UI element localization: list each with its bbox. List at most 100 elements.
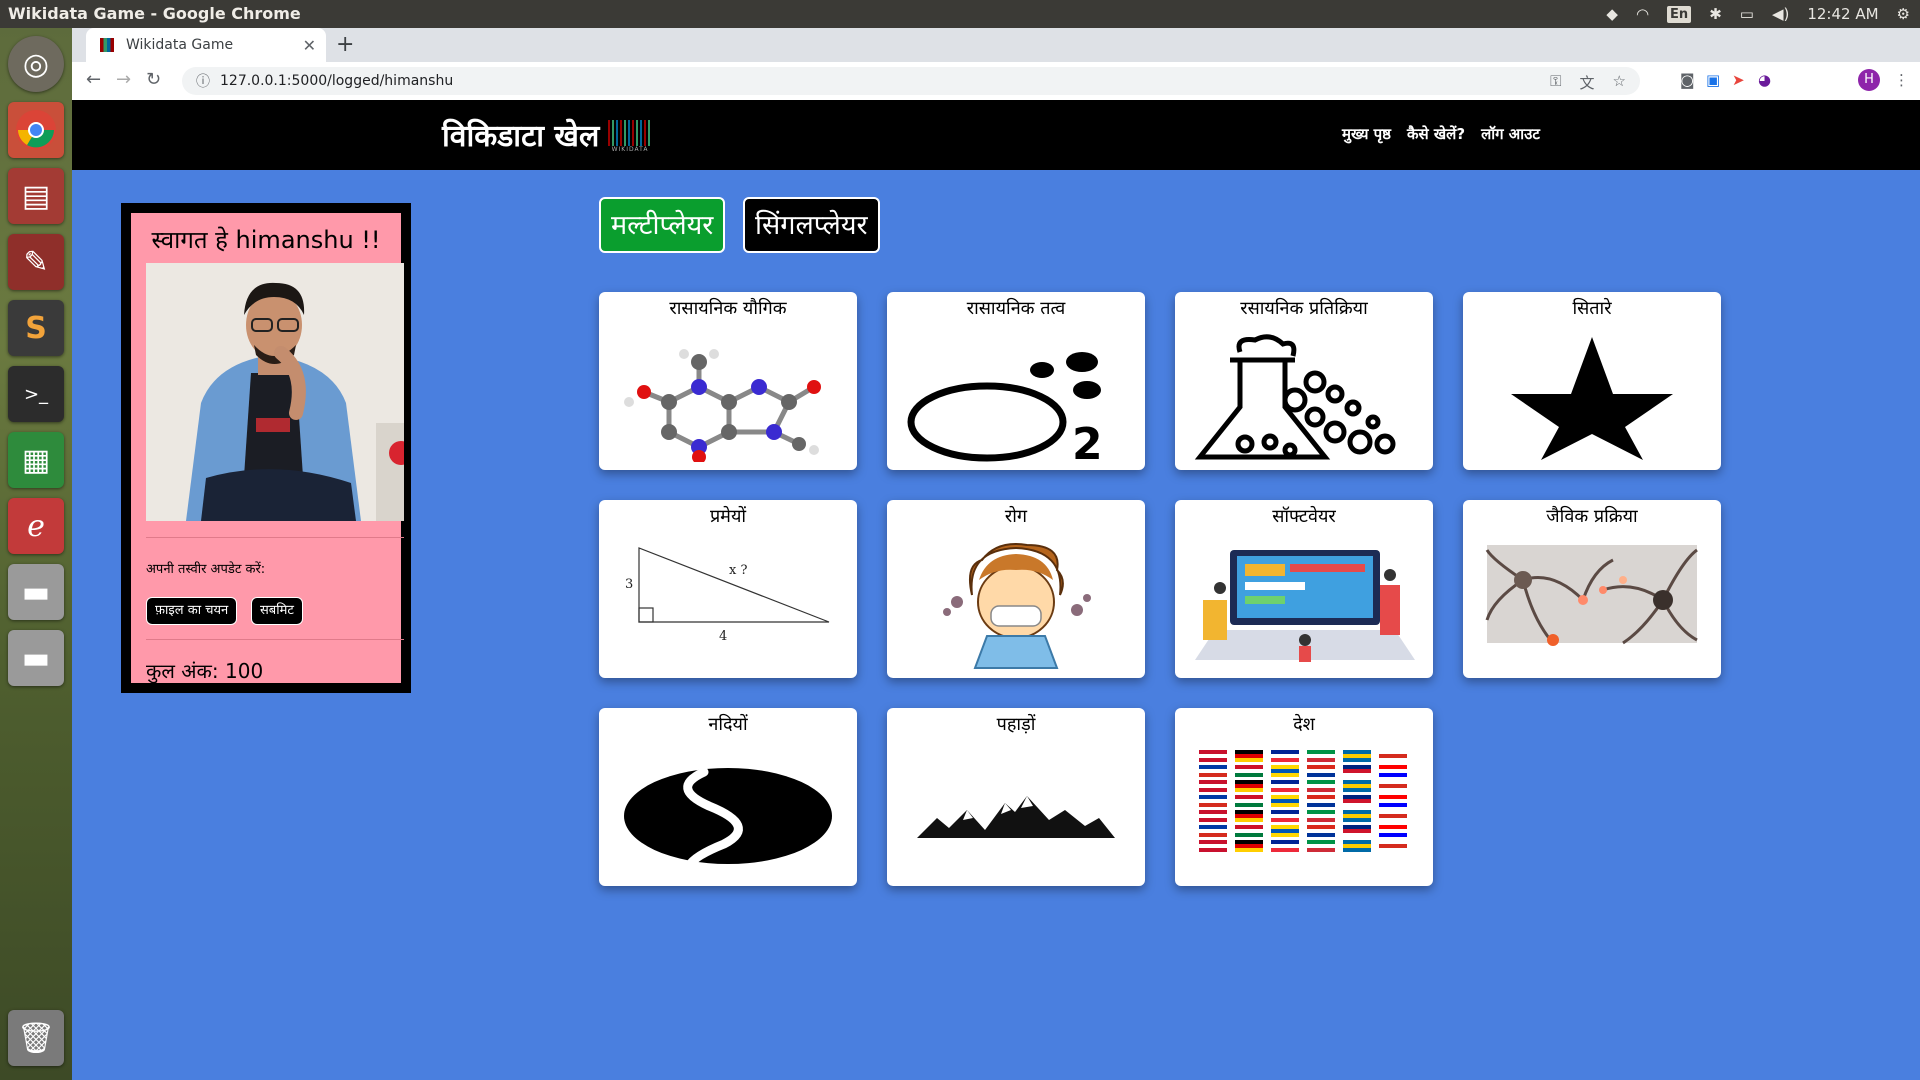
neurons-icon [1485,545,1698,646]
keyboard-layout-indicator[interactable]: En [1667,5,1692,23]
back-arrow-icon[interactable]: ← [86,69,101,90]
update-photo-label: अपनी तस्वीर अपडेट करें: [146,562,266,577]
ghost-extension-icon[interactable]: ◕ [1758,71,1771,89]
os-top-bar: Wikidata Game - Google Chrome ◆ ◠ En ✱ ▭… [0,0,1920,28]
reload-icon[interactable]: ↻ [146,69,161,90]
address-bar[interactable]: ⓘ 127.0.0.1:5000/logged/himanshu ⚿ 文 ☆ [182,67,1640,95]
bluetooth-icon[interactable]: ✱ [1709,5,1722,23]
category-card-theorems[interactable]: प्रमेयों 3 4 x ? [599,500,857,678]
category-card-software[interactable]: सॉफ्टवेयर [1175,500,1433,678]
files-icon[interactable]: ▤ [8,168,64,224]
profile-photo [146,263,404,521]
category-title: सितारे [1572,298,1612,319]
category-title: रोग [1004,506,1028,527]
category-card-rivers[interactable]: नदियों [599,708,857,886]
total-score: कुल अंक: 100 [146,659,264,683]
system-tools-icon[interactable]: ✎ [8,234,64,290]
molecule-icon [624,349,821,462]
evince-icon[interactable]: ℯ [8,498,64,554]
bookmark-star-icon[interactable]: ☆ [1613,72,1626,93]
flags-icon [1199,750,1407,852]
flask-icon [1194,334,1396,460]
side-a-label: 3 [625,577,633,592]
nav-logout-link[interactable]: लॉग आउट [1481,124,1540,144]
disk-drive-icon[interactable]: ▬ [8,564,64,620]
ubuntu-launcher: ◎ ▤ ✎ S >_ ▦ ℯ ▬ ▬ 🗑 [0,28,72,1080]
site-info-icon[interactable]: ⓘ [196,71,210,91]
battery-icon[interactable]: ▭ [1740,5,1754,23]
river-icon [624,767,832,871]
browser-toolbar: ← → ↻ ⓘ 127.0.0.1:5000/logged/himanshu ⚿… [72,62,1920,101]
url-text[interactable]: 127.0.0.1:5000/logged/himanshu [220,73,453,89]
nav-how-to-play-link[interactable]: कैसे खेलें? [1407,124,1465,144]
category-title: रासायनिक यौगिक [669,298,787,319]
oxygen-o2-icon: 2 [907,352,1103,462]
ubuntu-dash-icon[interactable]: ◎ [8,36,64,92]
translate-icon[interactable]: 文 [1580,72,1595,93]
profile-card: स्वागत हे himanshu !! अपनी तस्वीर अपडेट … [121,203,411,693]
trash-icon[interactable]: 🗑 [8,1010,64,1066]
wifi-icon[interactable]: ◠ [1636,5,1649,23]
category-title: जैविक प्रक्रिया [1546,506,1638,527]
key-icon[interactable]: ⚿ [1550,72,1561,93]
category-title: रासायनिक तत्व [966,298,1066,319]
sublime-text-icon[interactable]: S [8,300,64,356]
software-team-icon [1195,550,1415,662]
chrome-icon[interactable] [8,102,64,158]
category-card-stars[interactable]: सितारे [1463,292,1721,470]
arrow-extension-icon[interactable]: ➤ [1732,71,1745,89]
nav-links: मुख्य पृष्ठ कैसे खेलें? लॉग आउट [1342,124,1540,144]
category-card-diseases[interactable]: रोग [887,500,1145,678]
spreadsheet-icon[interactable]: ▦ [8,432,64,488]
wikidata-favicon-icon [100,38,114,52]
settings-gear-icon[interactable]: ⚙ [1897,5,1910,23]
sick-child-icon [943,543,1091,669]
teams-icon[interactable]: ◆ [1606,5,1618,23]
close-tab-icon[interactable]: ✕ [303,36,316,55]
profile-card-body: स्वागत हे himanshu !! अपनी तस्वीर अपडेट … [131,213,404,683]
mountains-icon [917,796,1115,838]
system-tray: ◆ ◠ En ✱ ▭ ◀) 12:42 AM ⚙ [1606,0,1920,28]
browser-menu-icon[interactable]: ⋮ [1894,71,1909,89]
site-navbar: विकिडाटा खेल WIKIDATA मुख्य पृष्ठ कैसे ख… [72,100,1920,170]
category-card-chemical-reactions[interactable]: रसायनिक प्रतिक्रिया [1175,292,1433,470]
welcome-heading: स्वागत हे himanshu !! [151,226,381,254]
category-title: पहाड़ों [996,714,1036,735]
screen-extension-icon[interactable]: ▣ [1706,71,1720,89]
category-title: रसायनिक प्रतिक्रिया [1240,298,1368,319]
choose-file-button[interactable]: फ़ाइल का चयन [146,597,238,625]
terminal-icon[interactable]: >_ [8,366,64,422]
web-page: विकिडाटा खेल WIKIDATA मुख्य पृष्ठ कैसे ख… [72,100,1920,1080]
browser-tab[interactable]: Wikidata Game ✕ [86,28,326,62]
nav-home-link[interactable]: मुख्य पृष्ठ [1342,124,1391,144]
new-tab-plus-icon[interactable]: + [336,32,354,57]
disk-drive-icon-2[interactable]: ▬ [8,630,64,686]
clock[interactable]: 12:42 AM [1807,5,1878,23]
window-title: Wikidata Game - Google Chrome [8,4,301,23]
singleplayer-button[interactable]: सिंगलप्लेयर [743,197,880,253]
profile-avatar-button[interactable]: H [1858,69,1880,91]
category-title: सॉफ्टवेयर [1272,506,1336,527]
category-title: नदियों [708,714,748,735]
submit-button[interactable]: सबमिट [251,597,303,625]
divider [146,537,404,538]
volume-icon[interactable]: ◀) [1772,5,1789,23]
category-card-countries[interactable]: देश [1175,708,1433,886]
category-card-chemical-elements[interactable]: रासायनिक तत्व 2 [887,292,1145,470]
star-icon [1511,337,1673,460]
multiplayer-button[interactable]: मल्टीप्लेयर [599,197,726,253]
category-card-mountains[interactable]: पहाड़ों [887,708,1145,886]
svg-text:2: 2 [1072,419,1103,462]
category-title: देश [1293,714,1315,735]
side-b-label: 4 [719,629,727,644]
tab-title: Wikidata Game [126,37,234,53]
triangle-theorem-icon: 3 4 x ? [625,547,830,644]
site-brand[interactable]: विकिडाटा खेल [442,114,599,155]
forward-arrow-icon[interactable]: → [116,69,131,90]
category-card-chemical-compounds[interactable]: रासायनिक यौगिक [599,292,857,470]
divider [146,639,404,640]
category-card-biological-processes[interactable]: जैविक प्रक्रिया [1463,500,1721,678]
camera-extension-icon[interactable]: ◙ [1680,71,1695,89]
wikidata-logo: WIKIDATA [608,120,652,153]
hypotenuse-label: x ? [729,563,747,578]
